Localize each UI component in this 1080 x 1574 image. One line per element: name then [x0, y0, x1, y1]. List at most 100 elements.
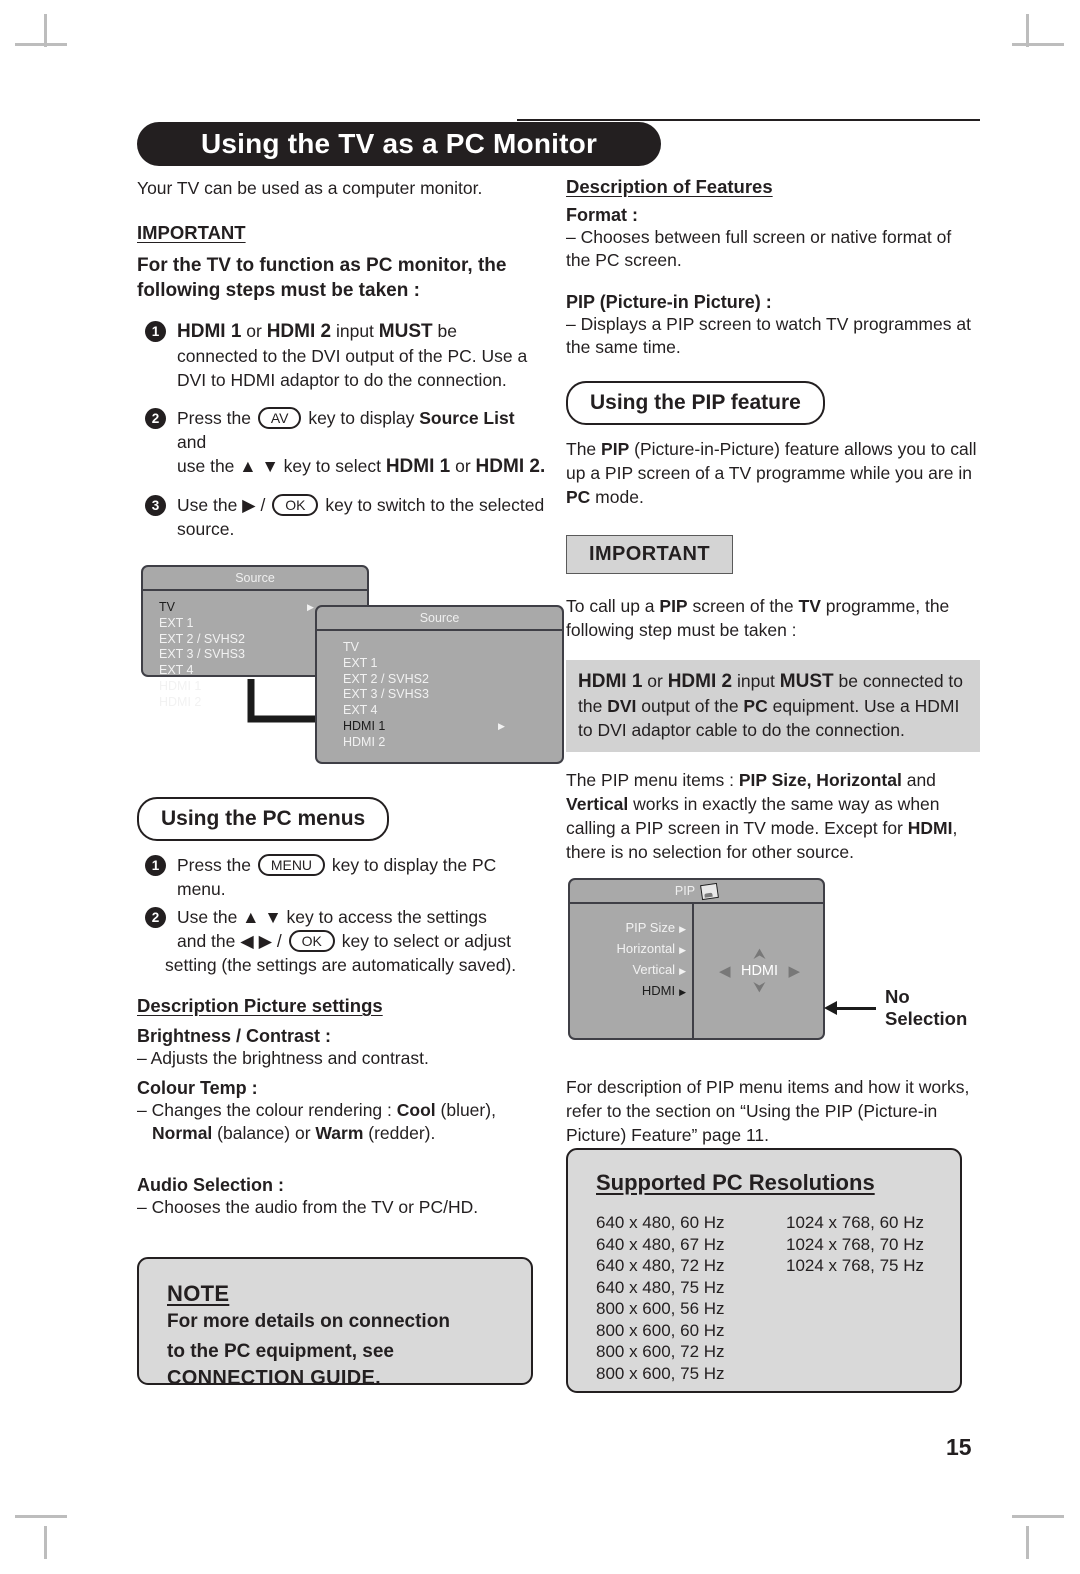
pip-item-pip-size[interactable]: PIP Size ▶	[570, 917, 692, 938]
source-item-tv-label: TV	[159, 600, 175, 614]
colour-temp-label: Colour Temp :	[137, 1078, 258, 1098]
resolution-item: 800 x 600, 60 Hz	[596, 1320, 725, 1340]
resolution-item: 640 x 480, 72 Hz	[596, 1256, 725, 1275]
resolution-item: 1024 x 768, 60 Hz	[786, 1213, 924, 1232]
source2-item-ext3[interactable]: EXT 3 / SVHS3	[343, 687, 562, 703]
cursor-up-icon: ⮝	[753, 946, 766, 963]
step-1-be: be	[432, 321, 457, 341]
colour-temp-post1: (bluer),	[435, 1100, 496, 1120]
pip-item-horizontal[interactable]: Horizontal ▶	[570, 938, 692, 959]
features-heading: Description of Features	[566, 176, 773, 197]
colour-temp-normal: Normal	[152, 1123, 213, 1143]
step-2: 2 Press the AV key to display Source Lis…	[137, 406, 547, 479]
important-intro-tv: TV	[798, 596, 821, 616]
pc-menus-section: Using the PC menus 1 Press the MENU key …	[137, 791, 547, 977]
chevron-right-icon-horizontal: ▶	[679, 945, 686, 955]
step-1-input: input	[331, 321, 379, 341]
step-1-rest: connected to the DVI output of the PC. U…	[177, 346, 528, 390]
note-line-2: to the PC equipment, see	[167, 1337, 531, 1367]
page-title: Using the TV as a PC Monitor	[200, 128, 598, 159]
pip-body-post: mode.	[590, 487, 644, 507]
step-2-hdmi2: HDMI 2.	[475, 456, 546, 477]
pc-step-1-text: Press the MENU key to display the PC men…	[177, 853, 547, 901]
page-title-pill: Using the TV as a PC Monitor	[137, 122, 661, 166]
gray-pc: PC	[743, 696, 768, 716]
right-column: Description of Features Format : – Choos…	[566, 176, 980, 1147]
pip-item-hdmi-label: HDMI	[641, 983, 676, 998]
gray-t2: input	[732, 671, 780, 691]
audio-selection-desc: – Chooses the audio from the TV or PC/HD…	[137, 1197, 479, 1217]
picture-icon	[700, 882, 720, 900]
chevron-right-icon: ▶	[307, 602, 314, 612]
chevron-right-icon-hdmi: ▶	[679, 987, 686, 997]
format-label: Format :	[566, 205, 638, 225]
resolution-item: 1024 x 768, 70 Hz	[786, 1234, 924, 1254]
source2-item-hdmi2[interactable]: HDMI 2	[343, 735, 562, 751]
picture-settings-section: Description Picture settings Brightness …	[137, 995, 547, 1219]
annotation-arrowhead-icon	[824, 1001, 837, 1015]
source2-item-ext2[interactable]: EXT 2 / SVHS2	[343, 672, 562, 688]
pc-step-1-pre: Press the	[177, 855, 251, 875]
important-box-wrapper: IMPORTANT	[566, 535, 980, 574]
source-menu-second-list: TV EXT 1 EXT 2 / SVHS2 EXT 3 / SVHS3 EXT…	[317, 631, 562, 751]
note-box: NOTE For more details on connection to t…	[137, 1257, 533, 1389]
gray-must: MUST	[779, 671, 834, 692]
pip-menu-items-para: The PIP menu items : PIP Size, Horizonta…	[566, 768, 980, 864]
pip-menu-title: PIP	[674, 884, 696, 898]
pip-value-control[interactable]: ⮝ ◀ HDMI ▶ ⮟	[719, 946, 800, 996]
resolution-item: 800 x 600, 72 Hz	[596, 1342, 725, 1361]
pip-feature-heading: Using the PIP feature	[566, 381, 825, 425]
source2-item-hdmi1-label: HDMI 1	[343, 718, 386, 733]
crop-mark-bottom-left-v	[44, 1526, 47, 1559]
note-line-2-post: equipment, see	[250, 1341, 395, 1362]
colour-temp-warm: Warm	[315, 1123, 364, 1143]
source2-item-ext4[interactable]: EXT 4	[343, 703, 562, 719]
step-2-text: Press the AV key to display Source List …	[177, 406, 547, 479]
note-line-1: For more details on connection	[167, 1311, 450, 1332]
pip-item-hdmi[interactable]: HDMI ▶	[570, 980, 692, 1001]
gray-hdmi2: HDMI 2	[667, 671, 733, 692]
ok-key-button-2[interactable]: OK	[288, 930, 335, 952]
pip-label: PIP (Picture-in Picture) :	[566, 292, 772, 312]
mi-b1: PIP Size, Horizontal	[738, 770, 902, 790]
pc-step-2-line3: setting (the settings are automatically …	[165, 955, 517, 975]
step-3-pre: Use the ▶ /	[177, 495, 266, 515]
menu-key-button[interactable]: MENU	[257, 854, 326, 876]
resolutions-columns: 640 x 480, 60 Hz 640 x 480, 67 Hz 640 x …	[596, 1212, 960, 1384]
pip-item-vertical[interactable]: Vertical ▶	[570, 959, 692, 980]
important-heading-right: IMPORTANT	[566, 535, 733, 574]
picture-settings-heading: Description Picture settings	[137, 995, 383, 1016]
step-1-must: MUST	[378, 321, 433, 342]
step-2-press: Press the	[177, 408, 251, 428]
step-1-bullet: 1	[145, 321, 166, 342]
step-1-hdmi1: HDMI 1	[177, 321, 242, 342]
pip-item-vertical-label: Vertical	[632, 962, 676, 977]
resolutions-heading: Supported PC Resolutions	[596, 1170, 875, 1195]
ok-key-button-1[interactable]: OK	[272, 494, 319, 516]
av-key-button[interactable]: AV	[257, 407, 302, 429]
colour-temp-mid: (balance) or	[212, 1123, 316, 1143]
left-column: Your TV can be used as a computer monito…	[137, 176, 564, 1219]
pip-value-text: HDMI	[740, 963, 779, 979]
colour-temp-desc: – Changes the colour rendering : Cool (b…	[137, 1099, 547, 1145]
resolutions-column-1: 640 x 480, 60 Hz 640 x 480, 67 Hz 640 x …	[596, 1212, 786, 1384]
resolution-item: 1024 x 768, 75 Hz	[786, 1256, 924, 1275]
gray-t4: output of the	[636, 696, 744, 716]
pc-step-1-bullet: 1	[145, 855, 166, 876]
crop-mark-top-left-h	[15, 43, 67, 46]
no-selection-label: No Selection	[885, 986, 968, 1029]
resolution-item: 640 x 480, 75 Hz	[596, 1277, 725, 1297]
source2-item-hdmi1[interactable]: HDMI 1 ▶	[343, 719, 562, 735]
gray-t1: or	[642, 671, 668, 691]
step-3: 3 Use the ▶ / OK key to switch to the se…	[137, 493, 547, 541]
step-1-or: or	[241, 321, 267, 341]
hdmi-requirement-block: HDMI 1 or HDMI 2 input MUST be connected…	[566, 660, 980, 752]
pip-item-pip-size-label: PIP Size	[625, 920, 676, 935]
source-menu-second: Source TV EXT 1 EXT 2 / SVHS2 EXT 3 / SV…	[315, 605, 564, 764]
pc-step-2-bullet: 2	[145, 907, 166, 928]
mi-t2: and	[901, 770, 936, 790]
source2-item-tv[interactable]: TV	[343, 640, 562, 656]
pc-menus-heading: Using the PC menus	[137, 797, 390, 841]
source2-item-ext1[interactable]: EXT 1	[343, 656, 562, 672]
crop-mark-bottom-right-h	[1012, 1515, 1064, 1518]
